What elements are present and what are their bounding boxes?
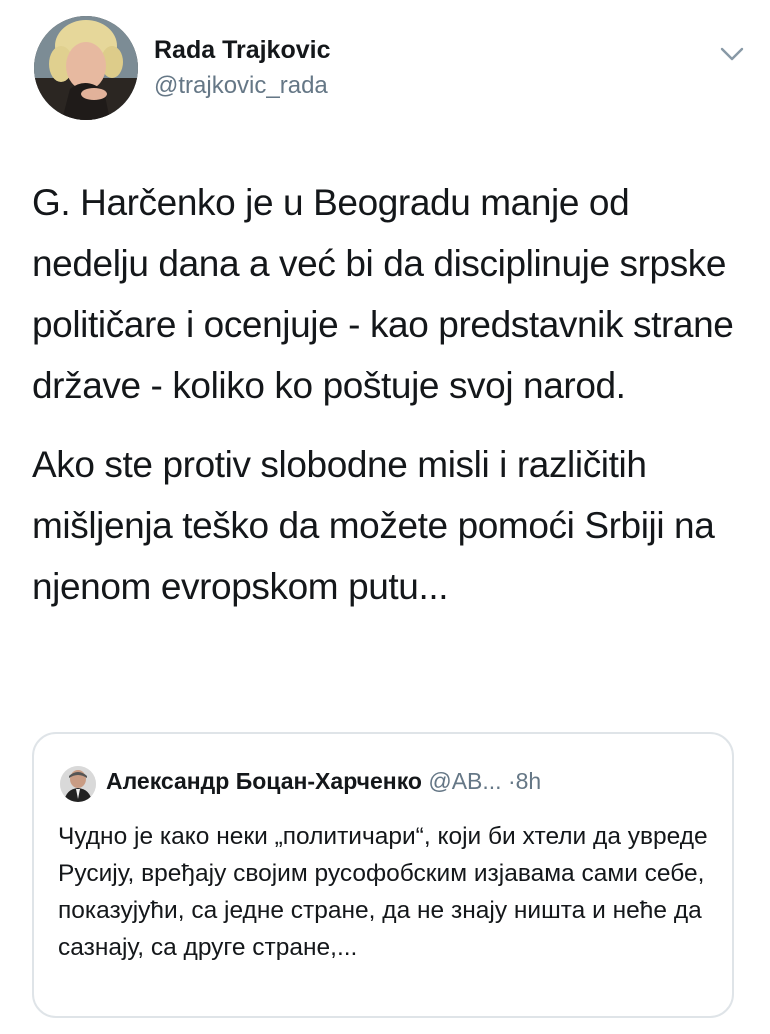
quoted-author-avatar (60, 766, 96, 802)
quoted-tweet-header: Александр Боцан-Харченко @AB... ·8h (106, 768, 541, 795)
tweet-header: Rada Trajkovic @trajkovic_rada (34, 16, 746, 126)
tweet-text: G. Harčenko je u Beogradu manje od nedel… (32, 172, 752, 617)
quoted-tweet-time: 8h (515, 768, 542, 794)
tweet-paragraph: G. Harčenko je u Beogradu manje od nedel… (32, 182, 734, 406)
separator-dot: · (507, 768, 516, 794)
tweet-paragraph: Ako ste protiv slobodne misli i različit… (32, 444, 715, 607)
quoted-author-name: Александр Боцан-Харченко (106, 768, 422, 794)
author-name[interactable]: Rada Trajkovic (154, 36, 330, 65)
author-handle[interactable]: @trajkovic_rada (154, 72, 328, 100)
profile-photo-icon (60, 766, 96, 802)
quoted-tweet[interactable]: Александр Боцан-Харченко @AB... ·8h Чудн… (32, 732, 734, 1018)
author-avatar[interactable] (34, 16, 138, 120)
chevron-down-icon (720, 47, 744, 61)
quoted-tweet-text: Чудно је како неки „политичари“, који би… (58, 823, 708, 961)
profile-photo-icon (34, 16, 138, 120)
more-options-button[interactable] (718, 42, 746, 66)
quoted-author-handle: @AB... (428, 768, 502, 794)
